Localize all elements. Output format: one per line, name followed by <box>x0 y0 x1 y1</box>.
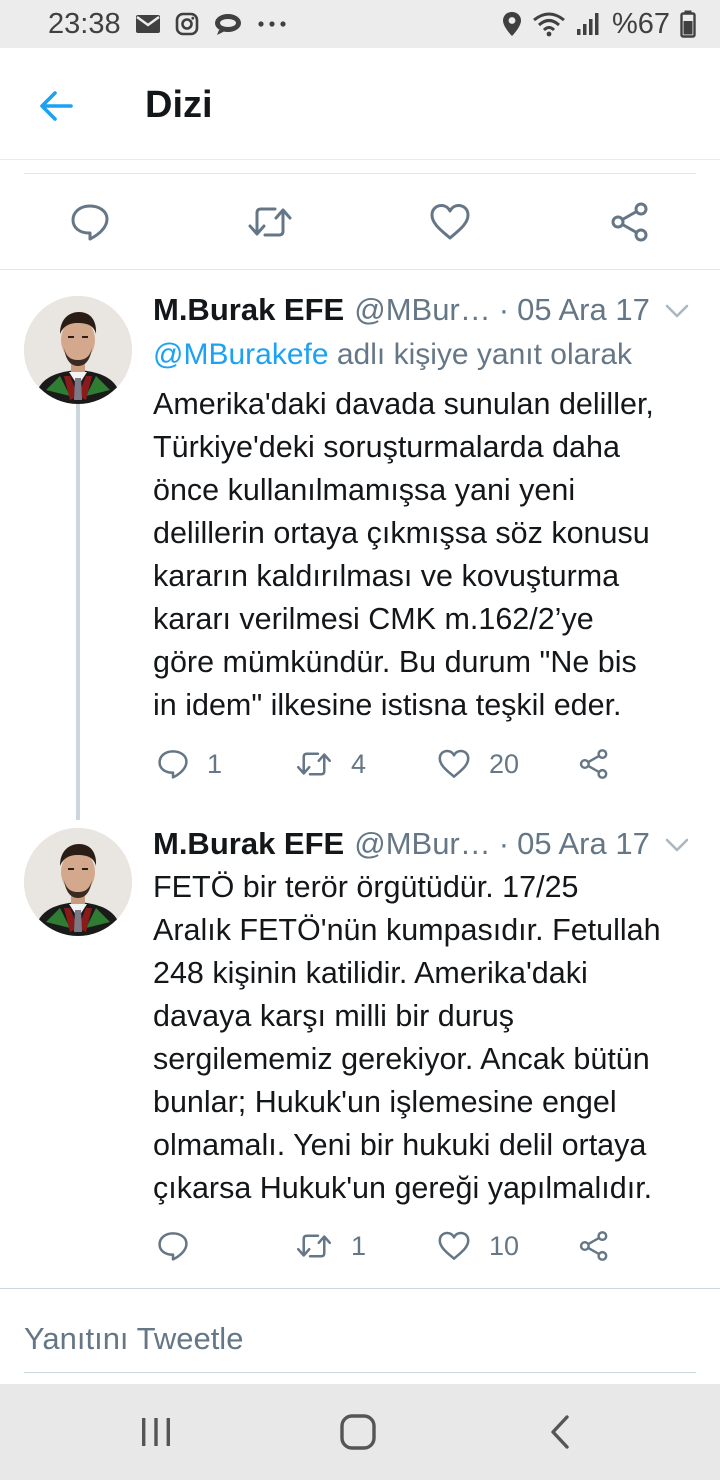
reply-underline <box>24 1372 696 1373</box>
retweet-button[interactable]: 4 <box>295 744 366 784</box>
reply-input[interactable]: Yanıtını Tweetle <box>24 1321 243 1357</box>
chevron-down-icon[interactable] <box>662 296 692 326</box>
heart-icon <box>430 204 470 240</box>
tweet-text: FETÖ bir terör örgütüdür. 17/25 Aralık F… <box>153 870 661 1205</box>
battery-percent: %67 <box>611 7 670 40</box>
separator-dot: · <box>498 292 510 327</box>
system-nav-bar <box>0 1384 720 1480</box>
reply-icon <box>158 750 188 779</box>
like-count: 10 <box>489 1230 520 1261</box>
home-icon <box>340 1414 376 1450</box>
mail-icon <box>135 13 161 35</box>
retweet-icon <box>296 752 332 776</box>
avatar[interactable] <box>24 828 132 936</box>
reply-mention-link[interactable]: @MBurakefe <box>153 338 329 371</box>
share-button[interactable] <box>606 198 654 246</box>
recent-apps-button[interactable] <box>132 1408 180 1456</box>
like-button[interactable] <box>426 198 474 246</box>
reply-context: @MBurakefe adlı kişiye yanıt olarak <box>153 338 632 372</box>
battery-icon <box>680 10 696 38</box>
tweet-action-bar <box>0 174 720 270</box>
heart-icon <box>438 749 470 778</box>
retweet-button[interactable]: 1 <box>295 1226 366 1266</box>
reply-composer[interactable]: Yanıtını Tweetle <box>0 1288 720 1372</box>
profile-photo <box>24 828 132 936</box>
display-name[interactable]: M.Burak EFE <box>153 826 344 862</box>
retweet-count: 1 <box>351 1230 367 1261</box>
reply-button[interactable] <box>157 1226 207 1266</box>
tweet-actions: 1 10 <box>153 1226 653 1266</box>
share-button[interactable] <box>578 1226 610 1266</box>
home-button[interactable] <box>334 1408 382 1456</box>
tweet-header: M.Burak EFE @MBur… · 05 Ara 17 <box>153 290 696 330</box>
profile-photo <box>24 296 132 404</box>
retweet-icon <box>248 207 292 237</box>
like-button[interactable]: 20 <box>437 744 519 784</box>
reply-button[interactable] <box>66 198 114 246</box>
reply-count: 1 <box>207 748 223 779</box>
page-title: Dizi <box>145 84 213 126</box>
tweet-actions: 1 4 20 <box>153 744 653 784</box>
chat-bubble-icon <box>213 12 243 36</box>
tweet-date[interactable]: 05 Ara 17 <box>517 826 650 862</box>
back-button[interactable] <box>32 82 80 130</box>
retweet-icon <box>296 1234 332 1258</box>
share-icon <box>611 202 648 242</box>
retweet-button[interactable] <box>246 198 294 246</box>
tweet-text: Amerika'daki davada sunulan deliller, Tü… <box>153 387 654 722</box>
system-back-button[interactable] <box>536 1408 584 1456</box>
heart-icon <box>438 1231 470 1260</box>
recent-apps-icon <box>142 1418 170 1446</box>
location-icon <box>502 11 522 37</box>
status-right: %67 <box>502 8 696 41</box>
status-bar: 23:38 %67 <box>0 0 720 48</box>
reply-icon <box>71 204 109 241</box>
avatar[interactable] <box>24 296 132 404</box>
status-left: 23:38 <box>48 8 287 41</box>
like-button[interactable]: 10 <box>437 1226 519 1266</box>
more-dots-icon <box>257 20 287 28</box>
reply-icon <box>158 1232 188 1261</box>
app-header: Dizi <box>0 48 720 160</box>
share-icon <box>579 1231 608 1261</box>
arrow-left-icon <box>40 91 73 121</box>
user-handle[interactable]: @MBur… <box>354 292 491 328</box>
share-icon <box>579 749 608 779</box>
signal-icon <box>576 12 602 36</box>
share-button[interactable] <box>578 744 610 784</box>
separator-dot: · <box>498 826 510 861</box>
instagram-icon <box>175 12 199 36</box>
retweet-count: 4 <box>351 748 367 779</box>
reply-context-text: adlı kişiye yanıt olarak <box>328 338 633 371</box>
reply-button[interactable]: 1 <box>157 744 222 784</box>
tweet-header: M.Burak EFE @MBur… · 05 Ara 17 <box>153 824 696 864</box>
status-time: 23:38 <box>48 7 121 40</box>
chevron-left-icon <box>551 1415 569 1449</box>
thread-line <box>76 404 80 820</box>
like-count: 20 <box>489 748 520 779</box>
chevron-down-icon[interactable] <box>662 830 692 860</box>
tweet-date[interactable]: 05 Ara 17 <box>517 292 650 328</box>
user-handle[interactable]: @MBur… <box>354 826 491 862</box>
display-name[interactable]: M.Burak EFE <box>153 292 344 328</box>
wifi-icon <box>532 11 566 37</box>
